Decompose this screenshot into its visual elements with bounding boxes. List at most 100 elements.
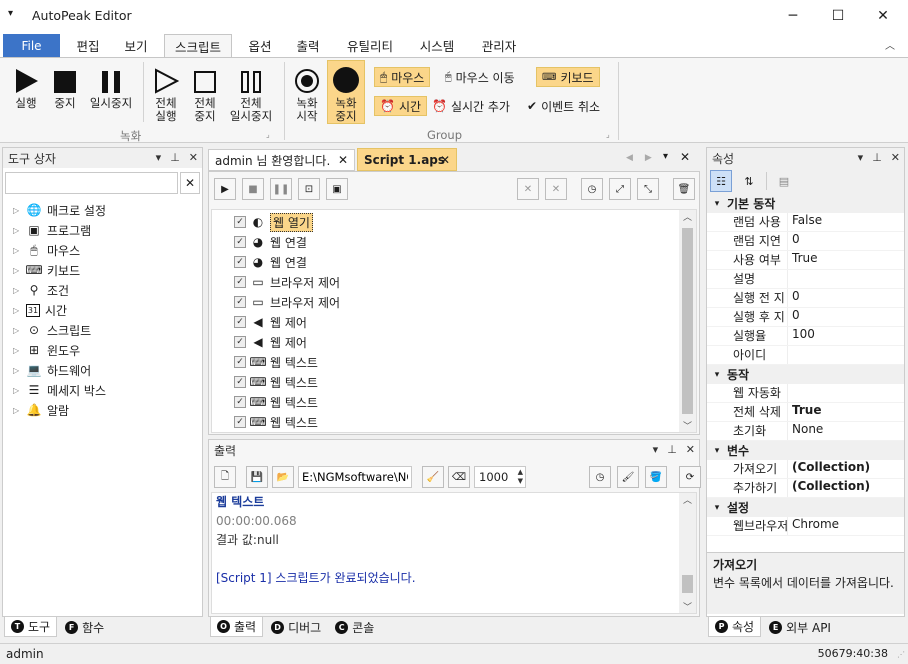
tab-system[interactable]: 시스템 [412,34,462,56]
expand-arrow-icon[interactable]: ▷ [13,266,21,275]
enable-checkbox[interactable]: ✓ [234,316,246,328]
tab-console[interactable]: C 콘솔 [329,617,380,637]
scroll-up-icon[interactable]: ︿ [679,493,696,506]
property-row[interactable]: 초기화 None [707,422,904,441]
property-value[interactable]: 0 [787,308,904,326]
step-button[interactable]: ⊡ [298,178,320,200]
brush-button[interactable]: 🖌 [617,466,639,488]
property-value[interactable]: (Collection) [787,479,904,497]
expand-arrow-icon[interactable]: ▷ [13,286,21,295]
property-row[interactable]: 웹 자동화 [707,384,904,403]
property-value[interactable]: Chrome [787,517,904,535]
scroll-right-icon[interactable]: ▶ [645,153,652,163]
run-to-button[interactable]: ▣ [326,178,348,200]
property-pages-button[interactable]: ▤ [773,170,795,192]
expand-arrow-icon[interactable]: ▷ [13,406,21,415]
timestamp-button[interactable]: ◷ [589,466,611,488]
enable-checkbox[interactable]: ✓ [234,256,246,268]
property-row[interactable]: 가져오기 (Collection) [707,460,904,479]
dropdown-icon[interactable]: ▾ [653,443,659,456]
script-row[interactable]: ✓ ▭ 브라우저 제어 [234,272,696,292]
collapse-button[interactable]: ⤡ [637,178,659,200]
expand-arrow-icon[interactable]: ▷ [13,386,21,395]
toolbox-item[interactable]: ▷ 🔔 알람 [13,400,202,420]
property-category[interactable]: ▾ 기본 동작 [707,194,904,213]
close-icon[interactable]: ✕ [189,151,198,164]
script-row[interactable]: ✓ ◀ 웹 제어 [234,332,696,352]
pause-script-button[interactable]: ❚❚ [270,178,292,200]
erase-button[interactable]: ⌫ [448,466,470,488]
expand-arrow-icon[interactable]: ▷ [13,206,21,215]
enable-checkbox[interactable]: ✓ [234,296,246,308]
script-row[interactable]: ✓ ⌨ 웹 텍스트 [234,372,696,392]
toolbox-item[interactable]: ▷ ⊙ 스크립트 [13,320,202,340]
property-value[interactable]: False [787,213,904,231]
property-row[interactable]: 실행율 100 [707,327,904,346]
expand-arrow-icon[interactable]: ▷ [13,246,21,255]
scrollbar-thumb[interactable] [682,575,693,593]
time-toggle[interactable]: ⏰ 시간 [374,96,428,116]
fill-button[interactable]: 🪣 [645,466,667,488]
property-category[interactable]: ▾ 동작 [707,365,904,384]
close-tab-icon[interactable]: ✕ [338,153,348,167]
tab-options[interactable]: 옵션 [240,34,280,56]
record-start-button[interactable]: 녹화 시작 [290,64,324,123]
timer-button[interactable]: ◷ [581,178,603,200]
tab-external-api[interactable]: E 외부 API [763,617,837,637]
property-row[interactable]: 실행 전 지0 [707,289,904,308]
enable-checkbox[interactable]: ✓ [234,376,246,388]
script-row[interactable]: ✓ ⌨ 웹 텍스트 [234,412,696,432]
script-row[interactable]: ✓ ◕ 웹 연결 [234,232,696,252]
disable-button[interactable]: ✕ [517,178,539,200]
close-icon[interactable]: ✕ [686,443,695,456]
scroll-down-icon[interactable]: ﹀ [679,600,696,613]
property-value[interactable] [787,346,904,364]
enable-checkbox[interactable]: ✓ [234,356,246,368]
record-stop-button[interactable]: 녹화 중지 [327,60,365,124]
script-row[interactable]: ✓ ⌨ 웹 텍스트 [234,392,696,412]
mouse-toggle[interactable]: 🖱 마우스 [374,67,431,87]
maximize-button[interactable]: ☐ [815,0,861,32]
disable-all-button[interactable]: ✕ [545,178,567,200]
close-button[interactable]: ✕ [860,0,906,32]
tab-script1[interactable]: Script 1.aps ✕ [357,148,457,171]
run-all-button[interactable]: 전체 실행 [148,64,184,123]
dropdown-icon[interactable]: ▾ [156,151,162,164]
expand-arrow-icon[interactable]: ▷ [13,366,21,375]
run-button[interactable]: 실행 [8,64,44,110]
expand-arrow-icon[interactable]: ▷ [13,326,21,335]
line-count-stepper[interactable]: 1000 ▲ ▼ [474,466,526,488]
tab-admin[interactable]: 관리자 [472,34,526,56]
run-script-button[interactable]: ▶ [214,178,236,200]
open-folder-button[interactable]: 📂 [272,466,294,488]
toolbox-item[interactable]: ▷ 31 시간 [13,300,202,320]
script-row[interactable]: ✓ ◀ 웹 제어 [234,312,696,332]
expand-arrow-icon[interactable]: ▷ [13,346,21,355]
collapse-icon[interactable]: ▾ [707,446,727,456]
tab-tools[interactable]: T 도구 [4,617,58,637]
clean-button[interactable]: 🧹 [422,466,444,488]
expand-arrow-icon[interactable]: ▷ [13,306,21,315]
stop-all-button[interactable]: 전체 중지 [188,64,222,123]
property-value[interactable]: (Collection) [787,460,904,478]
stop-button[interactable]: 중지 [48,64,82,110]
expand-arrow-icon[interactable]: ▷ [13,226,21,235]
tab-properties[interactable]: P 속성 [708,617,762,637]
expand-button[interactable]: ⤢ [609,178,631,200]
enable-checkbox[interactable]: ✓ [234,236,246,248]
file-menu-button[interactable]: File [3,34,60,57]
collapse-icon[interactable]: ▾ [707,370,727,380]
toolbox-item[interactable]: ▷ ⊞ 윈도우 [13,340,202,360]
scrollbar-thumb[interactable] [682,228,693,414]
property-category[interactable]: ▾ 설정 [707,498,904,517]
mouse-move-toggle[interactable]: 🖱 마우스 이동 [445,67,515,87]
tab-utility[interactable]: 유틸리티 [338,34,402,56]
property-row[interactable]: 설명 [707,270,904,289]
property-value[interactable] [787,384,904,402]
toolbox-item[interactable]: ▷ 💻 하드웨어 [13,360,202,380]
enable-checkbox[interactable]: ✓ [234,216,246,228]
log-path-input[interactable] [298,466,412,488]
collapse-ribbon-icon[interactable]: ︿ [885,37,895,52]
pin-icon[interactable]: ⊥ [872,151,882,164]
toolbox-item[interactable]: ▷ ☰ 메세지 박스 [13,380,202,400]
